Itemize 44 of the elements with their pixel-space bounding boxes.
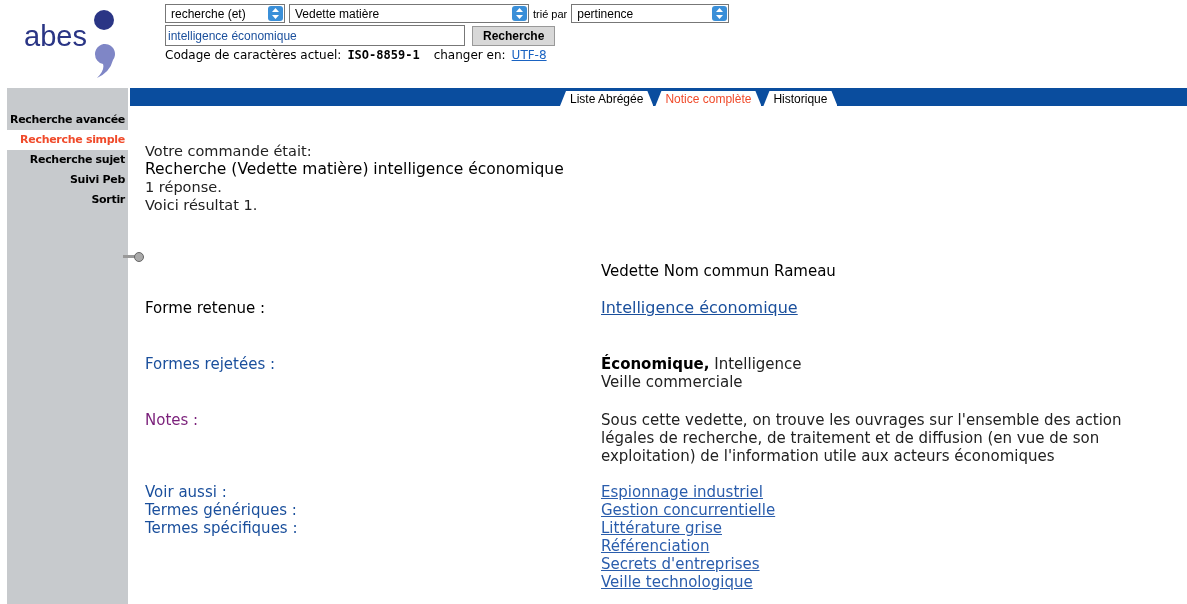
field-value: Veille commerciale bbox=[601, 373, 744, 391]
sort-select[interactable]: pertinence bbox=[571, 4, 730, 23]
logo-text: abes bbox=[24, 20, 87, 53]
index-select[interactable]: Vedette matière bbox=[289, 4, 529, 23]
command-intro: Votre commande était: bbox=[145, 142, 313, 160]
relation-label: Voir aussi : bbox=[145, 483, 228, 501]
operator-select[interactable]: recherche (et) bbox=[165, 4, 285, 23]
sidebar-item[interactable]: Recherche simple bbox=[7, 130, 128, 150]
sidebar-item[interactable]: Recherche avancée bbox=[7, 110, 128, 130]
search-button[interactable]: Recherche bbox=[472, 25, 556, 46]
updown-arrows-icon bbox=[512, 6, 527, 21]
tab[interactable]: Notice complète bbox=[655, 91, 762, 106]
field-label: Notes : bbox=[145, 411, 200, 431]
related-term-link[interactable]: Gestion concurrentielle bbox=[601, 501, 776, 519]
heading-link[interactable]: Intelligence économique bbox=[601, 299, 798, 317]
related-term-link[interactable]: Secrets d'entreprises bbox=[601, 555, 760, 573]
related-term-link[interactable]: Littérature grise bbox=[601, 519, 722, 537]
tab[interactable]: Liste Abrégée bbox=[560, 91, 654, 106]
result-index: Voici résultat 1. bbox=[145, 196, 259, 214]
relation-label: Termes spécifiques : bbox=[145, 519, 299, 537]
sidebar-item[interactable]: Suivi Peb bbox=[7, 170, 128, 190]
key-icon bbox=[123, 252, 145, 262]
related-term-link[interactable]: Référenciation bbox=[601, 537, 710, 555]
relation-label: Termes génériques : bbox=[145, 501, 298, 519]
related-term-link[interactable]: Espionnage industriel bbox=[601, 483, 763, 501]
sidebar-item[interactable]: Sortir bbox=[7, 190, 128, 210]
tab[interactable]: Historique bbox=[763, 91, 838, 106]
encoding-value: ISO-8859-1 bbox=[347, 48, 420, 62]
updown-arrows-icon bbox=[712, 6, 728, 21]
change-label: changer en: bbox=[433, 48, 506, 62]
updown-arrows-icon bbox=[268, 6, 283, 21]
field-label: Forme retenue : bbox=[145, 299, 267, 319]
field-value: Économique, Intelligence bbox=[601, 355, 803, 373]
sort-label: trié par bbox=[533, 7, 568, 20]
field-value: Sous cette vedette, on trouve les ouvrages sur l'ensemble des action légales de recherche, de traitement et de diffusion (en vue de son exploitation) de l'information utile aux acteurs économiques bbox=[601, 411, 1123, 465]
command-query: Recherche (Vedette matière) intelligence économique bbox=[145, 160, 565, 178]
related-term-link[interactable]: Veille technologique bbox=[601, 573, 753, 591]
encoding-label: Codage de caractères actuel: bbox=[165, 48, 342, 62]
result-count: 1 réponse. bbox=[145, 178, 223, 196]
record-type: Vedette Nom commun Rameau bbox=[601, 262, 837, 280]
field-label: Formes rejetées : bbox=[145, 355, 277, 375]
sidebar-item[interactable]: Recherche sujet bbox=[7, 150, 128, 170]
search-field[interactable]: intelligence économique bbox=[165, 25, 465, 46]
encoding-link[interactable]: UTF-8 bbox=[511, 48, 547, 62]
